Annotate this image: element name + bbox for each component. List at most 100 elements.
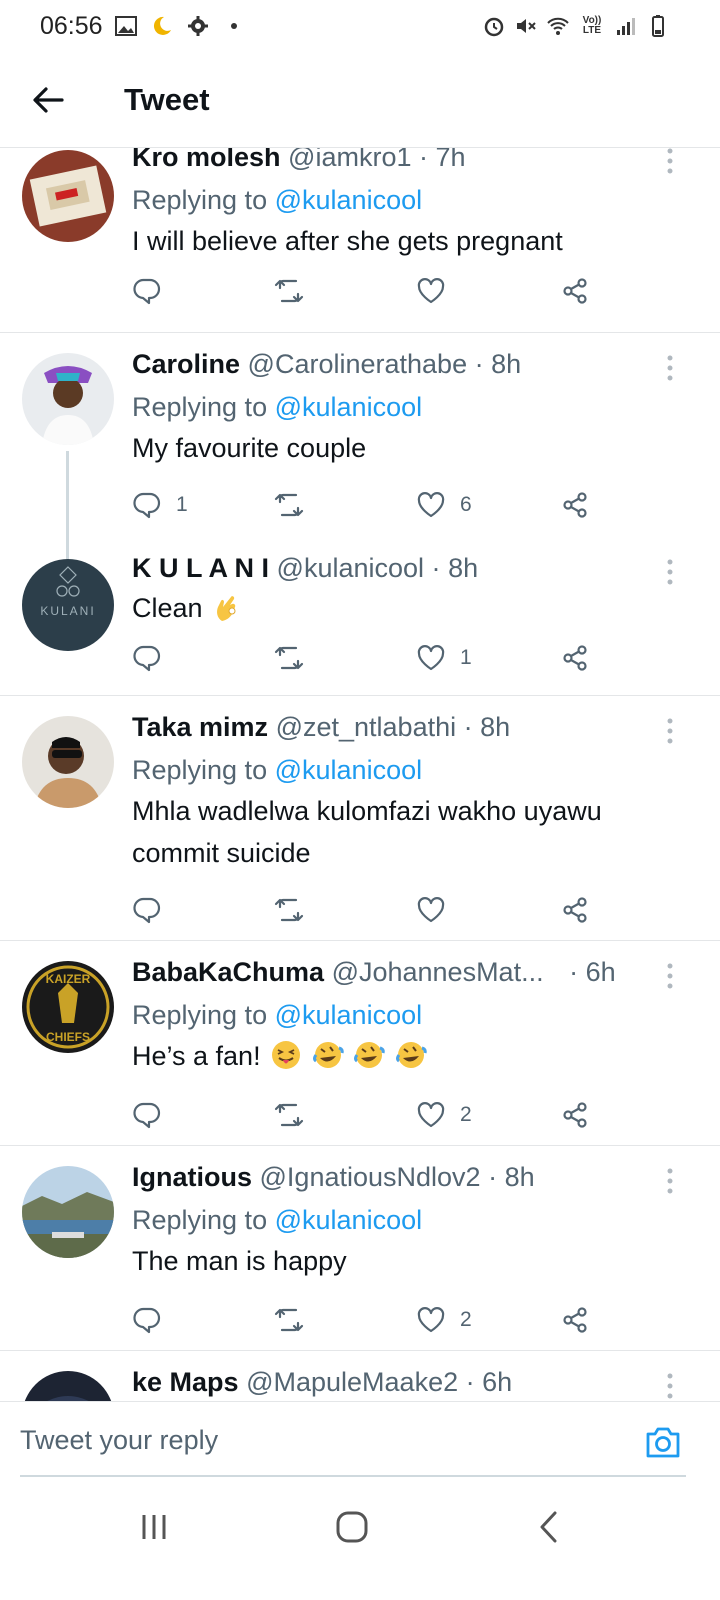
replying-to: Replying to @kulanicool bbox=[132, 750, 660, 790]
mention-link[interactable]: @kulanicool bbox=[275, 1205, 423, 1235]
avatar[interactable]: KAIZER CHIEFS bbox=[22, 961, 114, 1053]
tweet-text: Mhla wadlelwa kulomfazi wakho uyawu comm… bbox=[132, 796, 602, 868]
battery-icon bbox=[652, 15, 664, 37]
replying-label: Replying to bbox=[132, 1000, 268, 1030]
more-options-icon[interactable] bbox=[660, 353, 680, 383]
username[interactable]: @JohannesMat... bbox=[332, 957, 544, 987]
tweet-item[interactable]: Ignatious @IgnatiousNdlov2 · 8h Replying… bbox=[0, 1146, 720, 1351]
recent-apps-icon[interactable] bbox=[134, 1507, 174, 1547]
more-options-icon[interactable] bbox=[660, 1166, 680, 1196]
tweet-item[interactable]: Caroline @Carolinerathabe · 8h Replying … bbox=[0, 333, 720, 561]
laughing-emoji-icon bbox=[312, 1042, 344, 1068]
reply-button[interactable] bbox=[132, 1300, 162, 1340]
tweet-text-row: Clean bbox=[132, 587, 660, 629]
more-options-icon[interactable] bbox=[660, 557, 680, 587]
reply-icon bbox=[133, 1102, 161, 1129]
laughing-emoji-icon bbox=[395, 1042, 427, 1068]
reply-button[interactable] bbox=[132, 1095, 162, 1135]
timestamp: 8h bbox=[504, 1162, 535, 1192]
reply-button[interactable]: 1 bbox=[132, 485, 188, 525]
username[interactable]: @MapuleMaake2 bbox=[246, 1367, 458, 1397]
like-button[interactable]: 2 bbox=[416, 1300, 472, 1340]
back-arrow-icon[interactable] bbox=[28, 80, 68, 120]
tweet-item[interactable]: KULANI K U L A N I @kulanicool · 8h Clea… bbox=[0, 541, 720, 696]
wifi-icon bbox=[547, 17, 569, 35]
status-notification-icons bbox=[114, 14, 246, 38]
heart-icon bbox=[417, 1102, 445, 1128]
like-button[interactable]: 6 bbox=[416, 485, 472, 525]
share-button[interactable] bbox=[560, 271, 590, 311]
tweet-actions: 2 bbox=[132, 1300, 602, 1340]
avatar[interactable] bbox=[22, 716, 114, 808]
mention-link[interactable]: @kulanicool bbox=[275, 185, 423, 215]
retweet-button[interactable] bbox=[274, 890, 304, 930]
avatar[interactable]: KULANI bbox=[22, 559, 114, 651]
display-name[interactable]: Ignatious bbox=[132, 1162, 252, 1192]
avatar-logo-text: KULANI bbox=[40, 604, 95, 618]
share-button[interactable] bbox=[560, 1300, 590, 1340]
retweet-button[interactable] bbox=[274, 271, 304, 311]
tweet-item[interactable]: KAIZER CHIEFS BabaKaChuma @JohannesMat...… bbox=[0, 941, 720, 1146]
reply-button[interactable] bbox=[132, 638, 162, 678]
avatar[interactable] bbox=[22, 1371, 114, 1401]
tweet-item[interactable]: Taka mimz @zet_ntlabathi · 8h Replying t… bbox=[0, 696, 720, 941]
status-bar: 06:56 Vo)) LTE bbox=[0, 0, 720, 56]
more-options-icon[interactable] bbox=[660, 148, 680, 176]
tweet-header: ke Maps @MapuleMaake2 · 6h bbox=[132, 1367, 513, 1397]
back-nav-icon[interactable] bbox=[530, 1507, 570, 1547]
tweet-actions bbox=[132, 271, 602, 311]
share-button[interactable] bbox=[560, 485, 590, 525]
username[interactable]: @zet_ntlabathi bbox=[276, 712, 457, 742]
avatar[interactable] bbox=[22, 353, 114, 445]
like-button[interactable]: 1 bbox=[416, 638, 472, 678]
share-button[interactable] bbox=[560, 890, 590, 930]
avatar[interactable] bbox=[22, 1166, 114, 1258]
heart-icon bbox=[417, 645, 445, 671]
username[interactable]: @Carolinerathabe bbox=[248, 349, 468, 379]
share-icon bbox=[563, 1307, 587, 1333]
display-name[interactable]: BabaKaChuma bbox=[132, 957, 324, 987]
reply-input[interactable] bbox=[20, 1414, 620, 1466]
home-icon[interactable] bbox=[332, 1507, 372, 1547]
mention-link[interactable]: @kulanicool bbox=[275, 392, 423, 422]
more-options-icon[interactable] bbox=[660, 1371, 680, 1401]
display-name[interactable]: Caroline bbox=[132, 349, 240, 379]
reply-button[interactable] bbox=[132, 890, 162, 930]
share-button[interactable] bbox=[560, 1095, 590, 1135]
display-name[interactable]: Kro molesh bbox=[132, 148, 281, 172]
like-button[interactable] bbox=[416, 890, 446, 930]
mention-link[interactable]: @kulanicool bbox=[275, 755, 423, 785]
display-name[interactable]: Taka mimz bbox=[132, 712, 268, 742]
heart-icon bbox=[417, 1307, 445, 1333]
like-button[interactable] bbox=[416, 271, 446, 311]
avatar[interactable] bbox=[22, 150, 114, 242]
replying-label: Replying to bbox=[132, 185, 268, 215]
replying-label: Replying to bbox=[132, 1205, 268, 1235]
network-type-label: Vo)) LTE bbox=[582, 15, 602, 36]
username[interactable]: @IgnatiousNdlov2 bbox=[260, 1162, 481, 1192]
camera-icon[interactable] bbox=[644, 1424, 682, 1460]
display-name[interactable]: ke Maps bbox=[132, 1367, 239, 1397]
tweet-item[interactable]: Kro molesh @iamkro1 · 7h Replying to @ku… bbox=[0, 148, 720, 333]
heart-icon bbox=[417, 492, 445, 518]
mention-link[interactable]: @kulanicool bbox=[275, 1000, 423, 1030]
more-options-icon[interactable] bbox=[660, 961, 680, 991]
retweet-button[interactable] bbox=[274, 638, 304, 678]
share-button[interactable] bbox=[560, 638, 590, 678]
display-name[interactable]: K U L A N I bbox=[132, 553, 269, 583]
retweet-button[interactable] bbox=[274, 485, 304, 525]
retweet-icon bbox=[274, 1103, 304, 1127]
reply-count: 1 bbox=[176, 493, 188, 516]
tweet-text: The man is happy bbox=[132, 1246, 347, 1276]
more-options-icon[interactable] bbox=[660, 716, 680, 746]
username[interactable]: @kulanicool bbox=[277, 553, 425, 583]
retweet-button[interactable] bbox=[274, 1095, 304, 1135]
heart-icon bbox=[417, 897, 445, 923]
like-button[interactable]: 2 bbox=[416, 1095, 472, 1135]
replying-label: Replying to bbox=[132, 755, 268, 785]
retweet-button[interactable] bbox=[274, 1300, 304, 1340]
username[interactable]: @iamkro1 bbox=[288, 148, 411, 172]
replies-feed[interactable]: Kro molesh @iamkro1 · 7h Replying to @ku… bbox=[0, 148, 720, 1401]
tweet-item[interactable]: ke Maps @MapuleMaake2 · 6h bbox=[0, 1351, 720, 1401]
reply-button[interactable] bbox=[132, 271, 162, 311]
